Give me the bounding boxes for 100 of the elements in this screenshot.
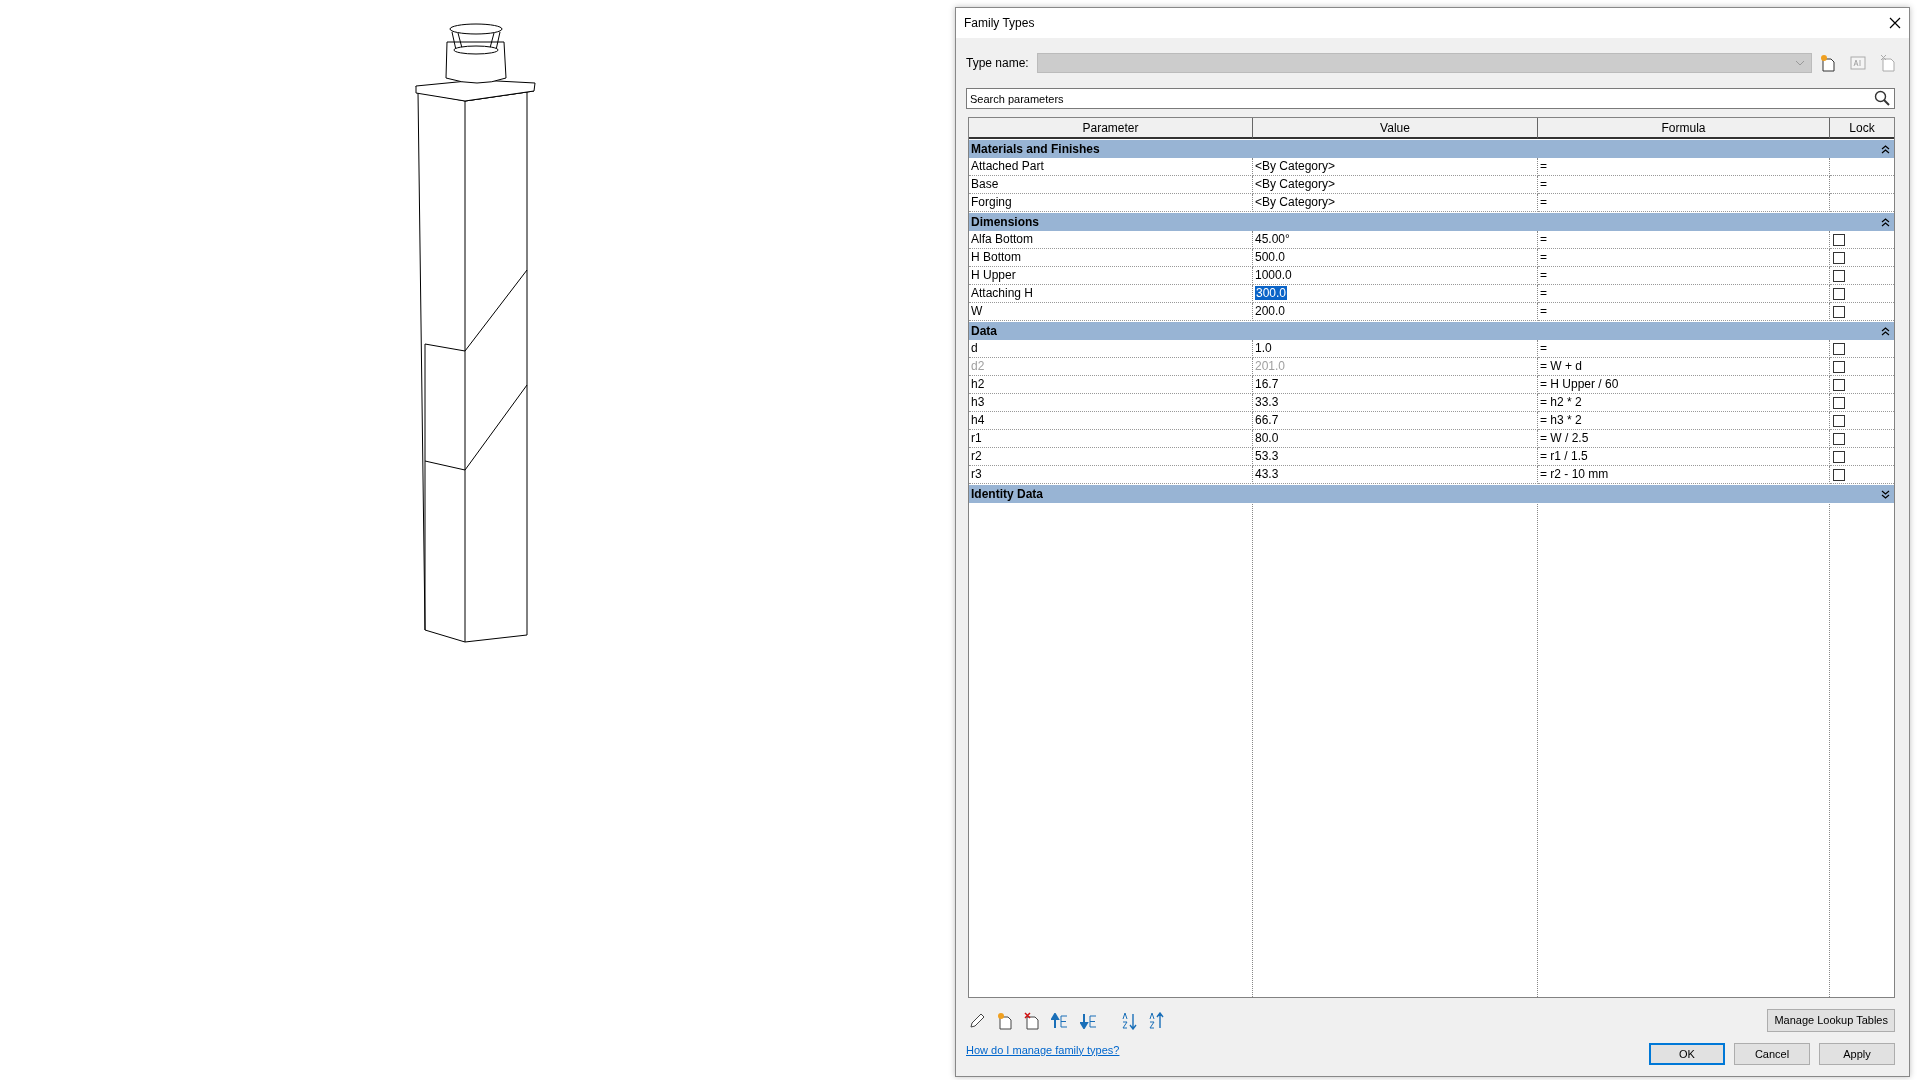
formula-field[interactable]: = H Upper / 60: [1538, 376, 1830, 394]
formula-field[interactable]: =: [1538, 194, 1830, 212]
parameter-name: W: [969, 303, 1253, 321]
ok-button[interactable]: OK: [1649, 1042, 1725, 1065]
parameter-name: d: [969, 340, 1253, 358]
manage-lookup-tables-button[interactable]: Manage Lookup Tables: [1767, 1009, 1895, 1032]
section-header[interactable]: Materials and Finishes: [969, 140, 1894, 158]
column-header[interactable]: Value: [1253, 118, 1538, 139]
sort-descending-icon: [1148, 1011, 1164, 1030]
value-field[interactable]: 200.0: [1255, 304, 1286, 318]
value-field[interactable]: 33.3: [1255, 395, 1279, 409]
close-button[interactable]: [1887, 15, 1903, 31]
column-header[interactable]: Parameter: [969, 118, 1253, 139]
column-header[interactable]: Lock: [1830, 118, 1894, 139]
parameter-name: H Bottom: [969, 249, 1253, 267]
lock-checkbox[interactable]: [1833, 451, 1845, 463]
formula-field[interactable]: =: [1538, 231, 1830, 249]
arrow-down-icon: [1080, 1012, 1098, 1029]
cancel-button[interactable]: Cancel: [1734, 1042, 1810, 1065]
value-field[interactable]: 43.3: [1255, 467, 1279, 481]
window-title: Family Types: [964, 15, 1035, 32]
pencil-icon: [968, 1011, 986, 1030]
value-field[interactable]: 66.7: [1255, 413, 1279, 427]
apply-button[interactable]: Apply: [1819, 1042, 1895, 1065]
edit-parameter-button[interactable]: [968, 1011, 986, 1030]
new-document-icon: [1820, 54, 1836, 72]
section-header[interactable]: Dimensions: [969, 213, 1894, 231]
section-title: Materials and Finishes: [971, 141, 1100, 158]
lock-checkbox[interactable]: [1833, 288, 1845, 300]
section-title: Identity Data: [971, 486, 1043, 503]
parameter-name: h3: [969, 394, 1253, 412]
lock-checkbox[interactable]: [1833, 270, 1845, 282]
section-header[interactable]: Data: [969, 322, 1894, 340]
caret-icon: [1795, 60, 1805, 66]
parameter-name: H Upper: [969, 267, 1253, 285]
parameter-name: Base: [969, 176, 1253, 194]
parameter-name: r2: [969, 448, 1253, 466]
section-header[interactable]: Identity Data: [969, 485, 1894, 503]
parameter-name: Forging: [969, 194, 1253, 212]
lock-checkbox[interactable]: [1833, 306, 1845, 318]
formula-field[interactable]: = h2 * 2: [1538, 394, 1830, 412]
value-field[interactable]: 500.0: [1255, 250, 1286, 264]
value-field[interactable]: <By Category>: [1255, 195, 1336, 209]
value-field[interactable]: <By Category>: [1255, 177, 1336, 191]
formula-field[interactable]: =: [1538, 285, 1830, 303]
lock-checkbox[interactable]: [1833, 469, 1845, 481]
value-field[interactable]: <By Category>: [1255, 159, 1336, 173]
formula-field[interactable]: = W / 2.5: [1538, 430, 1830, 448]
parameter-name: r3: [969, 466, 1253, 484]
lock-checkbox[interactable]: [1833, 343, 1845, 355]
section-title: Dimensions: [971, 214, 1039, 231]
help-link[interactable]: How do I manage family types?: [966, 1041, 1120, 1058]
close-icon: [1889, 17, 1901, 29]
formula-field[interactable]: =: [1538, 267, 1830, 285]
formula-field[interactable]: =: [1538, 340, 1830, 358]
formula-field[interactable]: =: [1538, 158, 1830, 176]
new-document-icon: [997, 1011, 1013, 1030]
section-title: Data: [971, 323, 997, 340]
lock-checkbox[interactable]: [1833, 252, 1845, 264]
parameter-name: d2: [969, 358, 1253, 376]
formula-field[interactable]: =: [1538, 176, 1830, 194]
search-field[interactable]: Search parameters: [966, 88, 1895, 109]
search-icon: [1874, 90, 1890, 106]
delete-parameter-button[interactable]: [1024, 1011, 1040, 1030]
sort-descending-button[interactable]: [1148, 1011, 1164, 1030]
formula-field[interactable]: = r2 - 10 mm: [1538, 466, 1830, 484]
lock-checkbox[interactable]: [1833, 415, 1845, 427]
formula-field[interactable]: = h3 * 2: [1538, 412, 1830, 430]
parameter-name: Attached Part: [969, 158, 1253, 176]
value-field[interactable]: 80.0: [1255, 431, 1279, 445]
parameter-name: r1: [969, 430, 1253, 448]
delete-document-icon: [1024, 1011, 1040, 1030]
sort-ascending-button[interactable]: [1121, 1011, 1137, 1030]
lock-checkbox[interactable]: [1833, 234, 1845, 246]
value-field[interactable]: 53.3: [1255, 449, 1279, 463]
lock-checkbox[interactable]: [1833, 379, 1845, 391]
move-up-button[interactable]: [1051, 1012, 1069, 1029]
delete-document-icon: [1880, 54, 1896, 72]
formula-field[interactable]: =: [1538, 249, 1830, 267]
parameter-name: h2: [969, 376, 1253, 394]
parameter-name: h4: [969, 412, 1253, 430]
value-field[interactable]: 1000.0: [1255, 268, 1292, 282]
lock-checkbox[interactable]: [1833, 433, 1845, 445]
rename-icon: [1850, 55, 1866, 71]
move-down-button[interactable]: [1080, 1012, 1098, 1029]
value-field[interactable]: 1.0: [1255, 341, 1272, 355]
sort-ascending-icon: [1121, 1011, 1137, 1030]
type-name-label: Type name:: [966, 55, 1029, 72]
column-header[interactable]: Formula: [1538, 118, 1830, 139]
lock-checkbox[interactable]: [1833, 397, 1845, 409]
formula-field[interactable]: =: [1538, 303, 1830, 321]
parameter-name: Alfa Bottom: [969, 231, 1253, 249]
new-parameter-button[interactable]: [997, 1011, 1013, 1030]
parameter-name: Attaching H: [969, 285, 1253, 303]
value-field[interactable]: 45.00°: [1255, 232, 1290, 246]
new-type-button[interactable]: [1820, 54, 1836, 72]
arrow-up-icon: [1051, 1012, 1069, 1029]
value-field[interactable]: 16.7: [1255, 377, 1279, 391]
value-field[interactable]: 300.0: [1255, 286, 1288, 300]
formula-field[interactable]: = r1 / 1.5: [1538, 448, 1830, 466]
